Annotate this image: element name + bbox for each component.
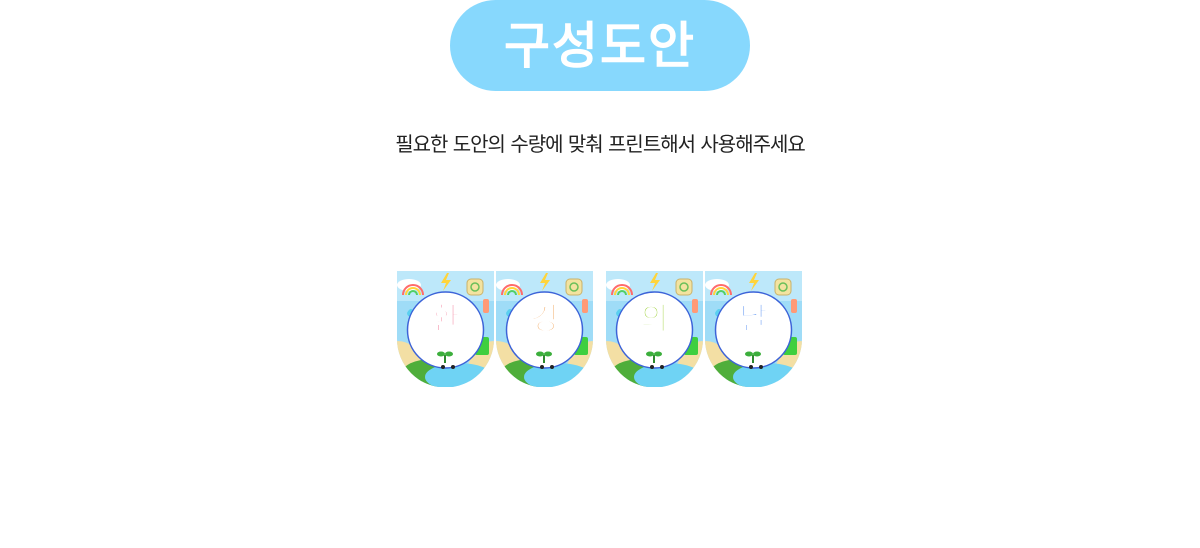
page-subtitle: 필요한 도안의 수량에 맞춰 프린트해서 사용해주세요 xyxy=(395,132,806,156)
flag-4-letter: 날 xyxy=(739,302,768,337)
title-pill: 구성도안 xyxy=(450,0,750,91)
flag-1: 환 xyxy=(397,271,494,387)
recycle-bag-icon xyxy=(675,278,693,296)
recycle-bag-icon xyxy=(565,278,583,296)
flag-2-letter: 경 xyxy=(530,302,559,337)
flag-3: 의 xyxy=(606,271,703,387)
recycle-bag-icon xyxy=(466,278,484,296)
page-title: 구성도안 xyxy=(504,16,696,75)
flag-1-letter: 환 xyxy=(431,302,460,337)
flag-2: 경 xyxy=(496,271,593,387)
flag-4: 날 xyxy=(705,271,802,387)
recycle-bag-icon xyxy=(774,278,792,296)
flag-3-letter: 의 xyxy=(640,302,669,337)
